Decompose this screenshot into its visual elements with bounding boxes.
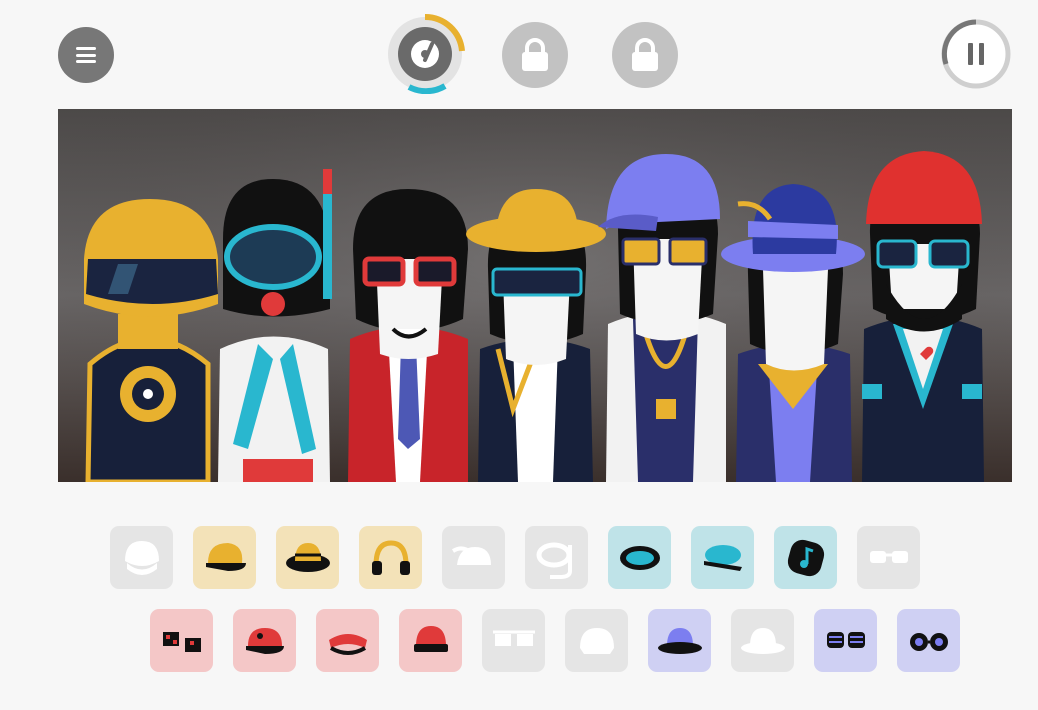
lock-icon [632,38,658,71]
palette-beret-tile[interactable] [691,526,754,589]
straw-hat-icon [285,542,330,572]
palette-shutter-shades-tile[interactable] [814,609,877,672]
beanie-icon [413,625,448,652]
character-stage [58,109,1012,482]
helmet-icon [124,540,159,575]
round-glasses-icon [909,632,948,651]
3d-glasses-icon [492,630,535,646]
fedora-icon [657,627,702,654]
helmet-icon [579,627,614,654]
music-note-bubble-icon [787,539,824,576]
visor-icon [328,633,367,655]
palette-yellow-cap-tile[interactable] [193,526,256,589]
palette-white-fedora-tile[interactable] [731,609,794,672]
palette-red-cap-tile[interactable] [233,609,296,672]
hamburger-icon [76,47,96,63]
record-button[interactable] [385,14,465,94]
palette-pixel-glasses-tile[interactable] [150,609,213,672]
pixel-glasses-icon [162,631,201,652]
palette-straw-hat-tile[interactable] [276,526,339,589]
palette-helmet-tile[interactable] [110,526,173,589]
palette-feather-hat-tile[interactable] [442,526,505,589]
locked-slot-2[interactable] [612,22,678,88]
pause-button[interactable] [940,18,1012,90]
sunglasses-icon [869,550,908,563]
snorkel-icon [536,542,572,579]
beret-icon [703,544,742,571]
fedora-icon [740,627,785,654]
headphones-icon [371,539,410,575]
palette-3d-glasses-tile[interactable] [482,609,545,672]
lock-icon [522,38,548,71]
feather-hat-icon [451,545,491,565]
palette-diving-mask-tile[interactable] [608,526,671,589]
character-red-glasses[interactable] [348,189,468,482]
palette-white-helmet-tile[interactable] [565,609,628,672]
palette-beanie-tile[interactable] [399,609,462,672]
vinyl-record-icon [388,14,465,94]
shutter-shades-icon [826,631,865,648]
pause-icon [941,19,1011,89]
diving-mask-icon [619,545,660,570]
palette-blue-fedora-tile[interactable] [648,609,711,672]
palette-sunglasses-tile[interactable] [857,526,920,589]
palette-snorkel-tile[interactable] [525,526,588,589]
cap-icon [245,627,284,654]
cap-icon [205,542,246,571]
palette-visor-tile[interactable] [316,609,379,672]
palette-round-glasses-tile[interactable] [897,609,960,672]
palette-music-bubble-tile[interactable] [774,526,837,589]
locked-slot-1[interactable] [502,22,568,88]
menu-button[interactable] [58,27,114,83]
palette-headphones-tile[interactable] [359,526,422,589]
